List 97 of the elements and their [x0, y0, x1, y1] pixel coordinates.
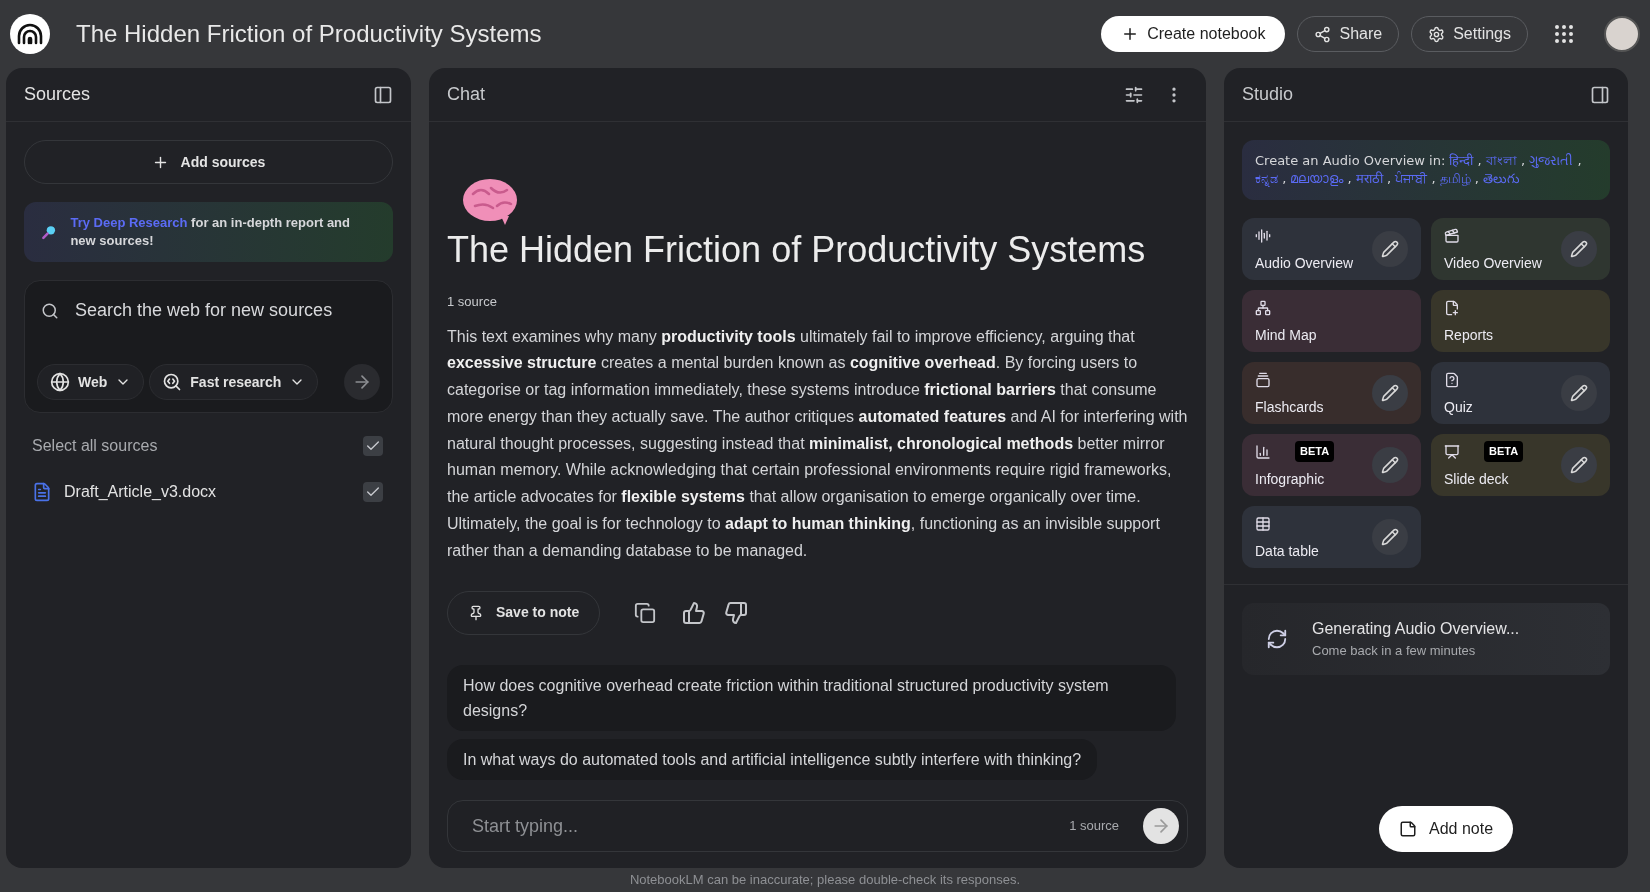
studio-tile[interactable]: Reports — [1431, 290, 1610, 352]
cards-icon — [1255, 371, 1271, 388]
studio-tile[interactable]: Audio Overview — [1242, 218, 1421, 280]
generating-title: Generating Audio Overview... — [1312, 619, 1520, 640]
settings-icon — [1428, 25, 1446, 43]
waveform-icon — [1255, 227, 1271, 244]
checkbox[interactable] — [363, 482, 383, 502]
chat-input[interactable]: Start typing... — [472, 812, 1070, 840]
create-notebook-button[interactable]: Create notebook — [1101, 16, 1286, 52]
slides-icon — [1444, 443, 1460, 460]
pencil-icon — [1570, 456, 1588, 474]
studio-tile[interactable]: Data table — [1242, 506, 1421, 568]
pencil-icon — [1570, 240, 1588, 258]
studio-tile[interactable]: Mind Map — [1242, 290, 1421, 352]
tile-label: Flashcards — [1255, 397, 1325, 417]
document-icon — [32, 482, 52, 502]
disclaimer-text: NotebookLM can be inaccurate; please double-check its responses. — [629, 871, 1021, 890]
deep-research-text: Try Deep Research for an in-depth report and new sources! — [70, 214, 351, 250]
tile-label: Video Overview — [1444, 253, 1543, 273]
apps-grid-icon[interactable] — [1552, 22, 1576, 46]
separator-comma: , — [1431, 171, 1436, 186]
studio-tile[interactable]: Quiz — [1431, 362, 1610, 424]
source-type-dropdown[interactable]: Web — [37, 364, 145, 400]
chat-heading: The Hidden Friction of Productivity Systems — [447, 228, 1147, 272]
tile-label: Reports — [1444, 325, 1495, 345]
separator-comma: , — [1521, 153, 1526, 168]
tile-label: Audio Overview — [1255, 253, 1355, 273]
mind-map-icon — [1255, 299, 1271, 316]
pencil-icon — [1381, 384, 1399, 402]
tile-label: Infographic — [1255, 469, 1326, 489]
notebook-title: The Hidden Friction of Productivity Systems — [76, 19, 542, 49]
separator-comma: , — [1387, 171, 1392, 186]
audio-language-banner: Create an Audio Overview in: हिन्दी , বাংলা , ગુજરાતી , ಕನ್ನಡ , മലയാളം , मराठी , ਪੰਜਾਬੀ , தமிழ் , తెలుగు — [1242, 140, 1610, 200]
thumbs-down-icon[interactable] — [724, 600, 749, 625]
separator-comma: , — [1577, 153, 1582, 168]
separator-comma: , — [1347, 171, 1352, 186]
edit-button[interactable] — [1372, 231, 1408, 267]
pencil-icon — [1381, 240, 1399, 258]
avatar[interactable] — [1604, 16, 1640, 52]
refresh-icon — [1266, 628, 1288, 650]
bar-chart-icon — [1255, 443, 1271, 460]
collapse-panel-icon[interactable] — [373, 84, 393, 105]
source-name[interactable]: Draft_Article_v3.docx — [64, 480, 351, 504]
tile-label: Mind Map — [1255, 325, 1318, 345]
video-icon — [1444, 227, 1460, 244]
panel-title: Studio — [1242, 83, 1294, 106]
edit-button[interactable] — [1372, 519, 1408, 555]
thumbs-up-icon[interactable] — [682, 600, 707, 625]
send-button[interactable] — [1143, 808, 1179, 844]
separator-comma: , — [1282, 171, 1287, 186]
generating-subtitle: Come back in a few minutes — [1312, 642, 1477, 661]
edit-button[interactable] — [1561, 447, 1597, 483]
select-all-label: Select all sources — [32, 436, 158, 456]
pencil-icon — [1381, 528, 1399, 546]
input-source-count: 1 source — [1069, 817, 1119, 836]
checkbox[interactable] — [363, 436, 383, 456]
search-field[interactable]: Search the web for new sources — [75, 297, 380, 324]
studio-tile[interactable]: BETA Infographic — [1242, 434, 1421, 496]
edit-button[interactable] — [1561, 231, 1597, 267]
studio-tile[interactable]: Video Overview — [1431, 218, 1610, 280]
edit-button[interactable] — [1561, 375, 1597, 411]
search-icon — [41, 301, 59, 320]
pin-icon — [468, 604, 484, 621]
quiz-icon — [1444, 371, 1460, 388]
suggested-question[interactable]: How does cognitive overhead create friction within traditional structured productivity system designs? — [447, 664, 1176, 731]
tile-label: Slide deck — [1444, 469, 1510, 489]
submit-search-button[interactable] — [344, 364, 380, 400]
source-count: 1 source — [447, 293, 498, 311]
beta-badge: BETA — [1484, 441, 1524, 462]
collapse-panel-icon[interactable] — [1590, 84, 1610, 105]
tile-label: Data table — [1255, 541, 1320, 561]
note-icon — [1398, 820, 1417, 838]
chat-input-bar[interactable]: Start typing... 1 source — [447, 800, 1188, 852]
table-icon — [1255, 515, 1271, 532]
tile-label: Quiz — [1444, 397, 1474, 417]
pencil-icon — [1381, 456, 1399, 474]
share-icon — [1314, 25, 1332, 43]
research-mode-dropdown[interactable]: Fast research — [149, 364, 319, 400]
copy-icon[interactable] — [634, 601, 657, 624]
separator-comma: , — [1474, 171, 1479, 186]
suggested-question[interactable]: In what ways do automated tools and artificial intelligence subtly interfere with thinking? — [447, 738, 1098, 780]
globe-icon — [50, 372, 70, 392]
edit-button[interactable] — [1372, 375, 1408, 411]
edit-button[interactable] — [1372, 447, 1408, 483]
summary-paragraph: This text examines why many productivity tools ultimately fail to improve efficiency, arguing that excessive structure creates a mental burden known as cognitive overhead. By forcing users to categorise or tag information immediately, these systems introduce frictional barriers that consume more energy than they actually save. The author critiques automated features and AI for interfering with natural thought processes, suggesting instead that minimalist, chronological methods better mirror human memory. While acknowledging that certain professional environments require rigid frameworks, the article advocates for flexible systems that allow organisation to emerge organically over time. Ultimately, the goal is for technology to adapt to human thinking, functioning as an invisible support rather than a demanding database to be managed. — [447, 326, 1188, 561]
studio-tile[interactable]: BETA Slide deck — [1431, 434, 1610, 496]
studio-tile[interactable]: Flashcards — [1242, 362, 1421, 424]
panel-title: Chat — [447, 83, 486, 106]
beta-badge: BETA — [1295, 441, 1335, 462]
separator-comma: , — [1477, 153, 1482, 168]
pencil-icon — [1570, 384, 1588, 402]
report-icon — [1444, 299, 1460, 316]
add-note-button[interactable]: Add note — [1378, 806, 1514, 852]
logo-icon[interactable] — [10, 14, 50, 54]
brain-icon — [461, 176, 519, 226]
sliders-icon[interactable] — [1124, 84, 1144, 105]
panel-title: Sources — [24, 83, 91, 106]
